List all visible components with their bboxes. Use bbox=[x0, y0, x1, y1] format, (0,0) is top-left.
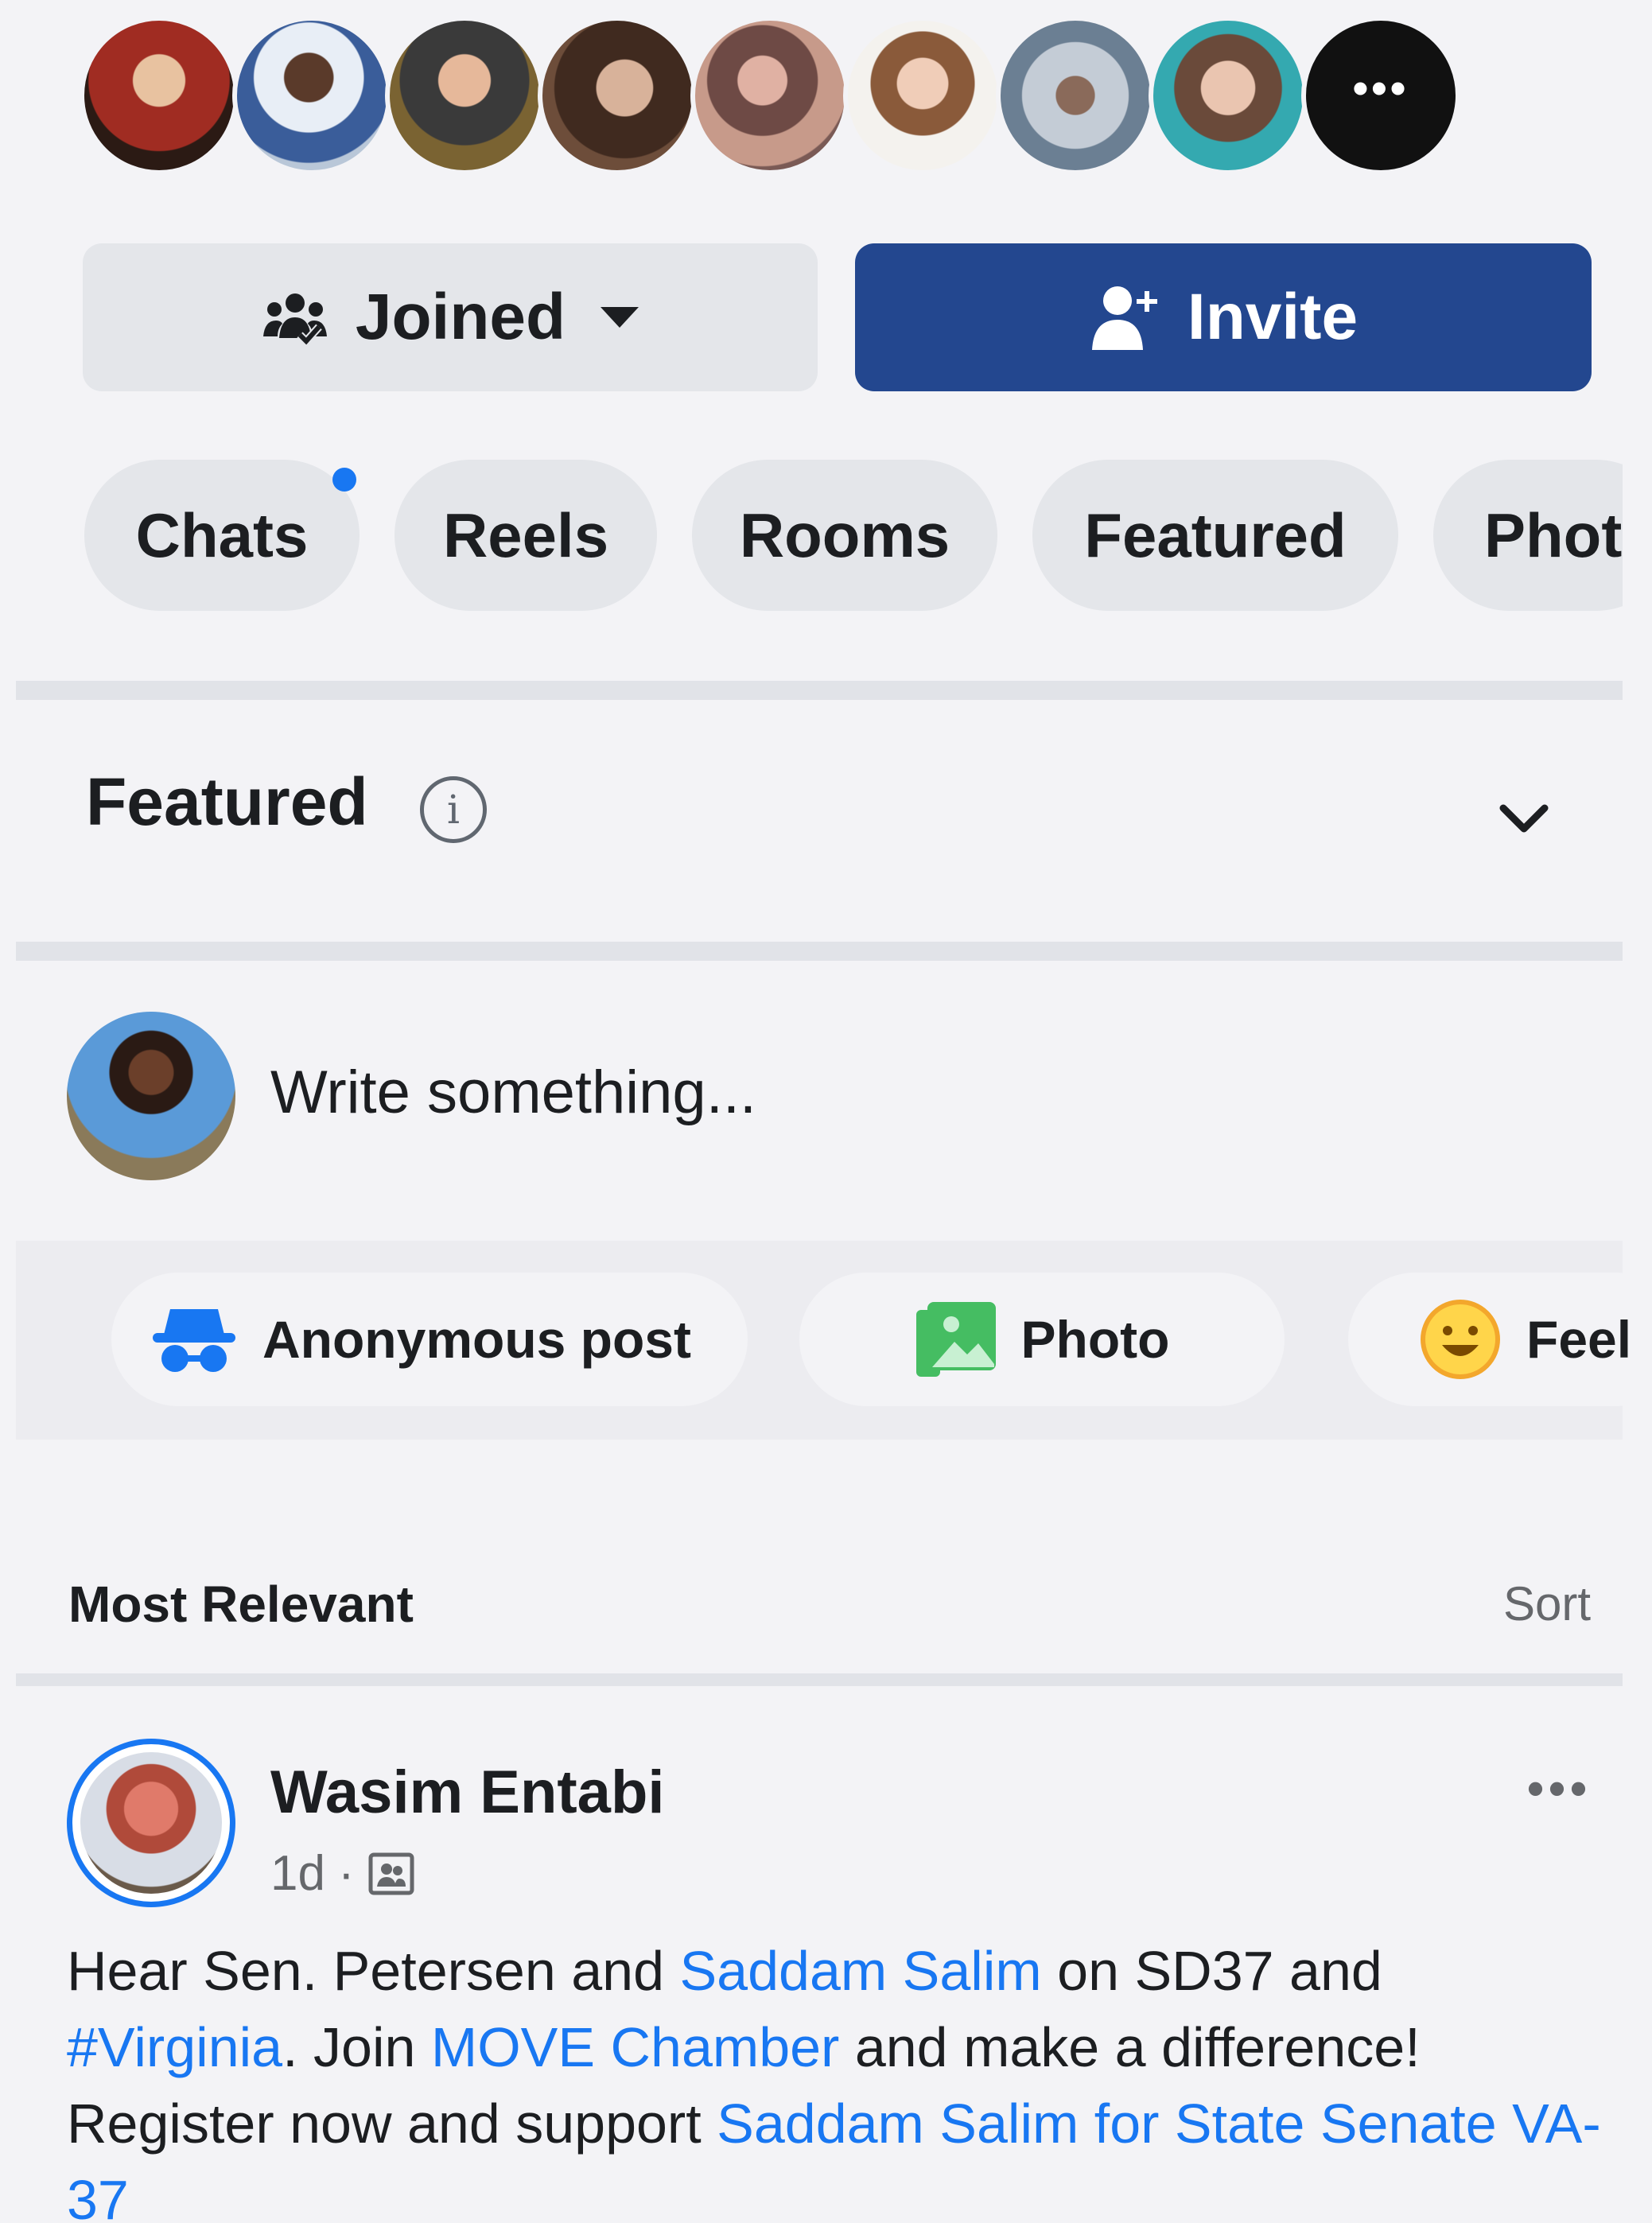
tab-chats-label: Chats bbox=[135, 499, 309, 570]
photo-icon bbox=[915, 1302, 996, 1377]
group-icon bbox=[262, 293, 327, 348]
tab-rooms[interactable]: Rooms bbox=[692, 460, 997, 611]
post-author-name[interactable]: Wasim Entabi bbox=[270, 1758, 664, 1827]
tab-rooms-label: Rooms bbox=[739, 499, 950, 570]
group-tabs: Chats Reels Rooms Featured Phot bbox=[84, 460, 1623, 611]
composer-avatar[interactable] bbox=[67, 1012, 235, 1180]
section-divider bbox=[16, 1673, 1623, 1686]
member-avatar-1[interactable] bbox=[80, 16, 239, 175]
tab-featured[interactable]: Featured bbox=[1032, 460, 1398, 611]
more-horizontal-icon: ••• bbox=[1352, 63, 1409, 113]
member-avatar-5[interactable] bbox=[690, 16, 849, 175]
anonymous-icon bbox=[153, 1309, 235, 1372]
sort-button[interactable]: Sort bbox=[1503, 1576, 1591, 1631]
section-divider bbox=[16, 681, 1623, 700]
info-icon[interactable]: i bbox=[420, 776, 487, 843]
post-meta: 1d · bbox=[270, 1845, 415, 1902]
meta-separator: · bbox=[337, 1846, 355, 1901]
tab-reels-label: Reels bbox=[442, 499, 609, 570]
hashtag-link[interactable]: #Virginia bbox=[67, 2016, 282, 2078]
joined-button[interactable]: Joined bbox=[83, 243, 818, 391]
joined-label: Joined bbox=[355, 281, 566, 353]
feeling-label: Feel bbox=[1526, 1310, 1632, 1369]
post-author-avatar[interactable] bbox=[67, 1739, 235, 1907]
photo-label: Photo bbox=[1020, 1310, 1170, 1369]
post-more-icon[interactable]: ••• bbox=[1527, 1761, 1592, 1816]
post-text-part: Hear Sen. Petersen and bbox=[67, 1940, 680, 2002]
tab-chats[interactable]: Chats bbox=[84, 460, 360, 611]
tab-reels[interactable]: Reels bbox=[395, 460, 657, 611]
anonymous-post-label: Anonymous post bbox=[262, 1310, 691, 1369]
member-avatars: ••• bbox=[80, 16, 1479, 175]
mention-link[interactable]: MOVE Chamber bbox=[431, 2016, 839, 2078]
post-text-part: . Join bbox=[282, 2016, 431, 2078]
feeling-button[interactable]: Feel bbox=[1348, 1273, 1652, 1406]
member-avatar-2[interactable] bbox=[232, 16, 391, 175]
feeling-icon bbox=[1421, 1300, 1500, 1379]
member-avatar-6[interactable] bbox=[843, 16, 1002, 175]
invite-button[interactable]: Invite bbox=[855, 243, 1592, 391]
photo-button[interactable]: Photo bbox=[799, 1273, 1285, 1406]
tab-photos-label: Phot bbox=[1484, 499, 1623, 570]
caret-down-icon bbox=[601, 307, 639, 328]
post-text-part: on SD37 and bbox=[1041, 1940, 1382, 2002]
composer-options: Anonymous post Photo Feel bbox=[16, 1241, 1652, 1440]
write-something-input[interactable]: Write something... bbox=[270, 1058, 756, 1127]
tab-photos[interactable]: Phot bbox=[1433, 460, 1623, 611]
member-avatar-8[interactable] bbox=[1149, 16, 1308, 175]
mention-link[interactable]: Saddam Salim bbox=[679, 1940, 1041, 2002]
sort-label: Most Relevant bbox=[68, 1576, 414, 1633]
unread-dot bbox=[332, 468, 356, 492]
member-avatar-3[interactable] bbox=[385, 16, 544, 175]
featured-title: Featured bbox=[86, 764, 368, 839]
post-time[interactable]: 1d bbox=[270, 1845, 325, 1902]
member-avatar-7[interactable] bbox=[996, 16, 1155, 175]
section-divider bbox=[16, 942, 1623, 961]
more-members-button[interactable]: ••• bbox=[1301, 16, 1460, 175]
tab-featured-label: Featured bbox=[1084, 499, 1347, 570]
member-avatar-4[interactable] bbox=[538, 16, 697, 175]
add-person-icon bbox=[1091, 286, 1157, 350]
anonymous-post-button[interactable]: Anonymous post bbox=[111, 1273, 748, 1406]
chevron-down-icon[interactable] bbox=[1492, 786, 1556, 849]
post-text: Hear Sen. Petersen and Saddam Salim on S… bbox=[67, 1933, 1602, 2223]
invite-label: Invite bbox=[1187, 281, 1359, 353]
group-audience-icon bbox=[368, 1852, 414, 1895]
